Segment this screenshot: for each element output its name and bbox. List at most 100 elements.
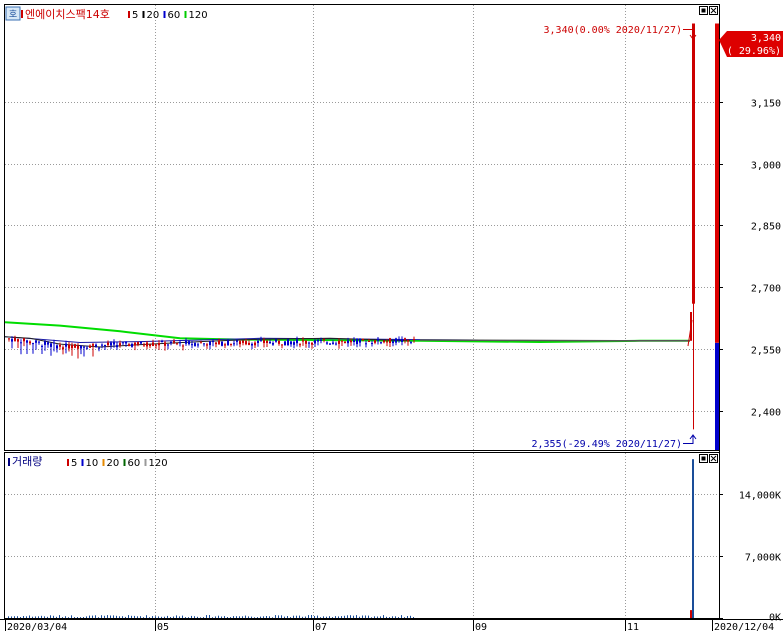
candle-body: [218, 340, 220, 345]
legend-label: 60: [128, 458, 141, 469]
candle-body: [371, 343, 373, 345]
candle-body: [149, 344, 151, 347]
volume-bar: [263, 616, 264, 618]
volume-bar: [20, 617, 21, 618]
volume-bar: [344, 615, 345, 618]
price-tick-label: 2,550: [751, 346, 781, 357]
candle-body: [347, 340, 349, 344]
volume-bar: [197, 616, 198, 618]
candle-body: [197, 344, 199, 346]
volume-bar: [44, 616, 45, 618]
candle-body: [143, 344, 145, 346]
legend-label: 5: [132, 10, 138, 21]
volume-bar: [329, 616, 330, 618]
volume-bar: [305, 616, 306, 618]
volume-bar: [71, 615, 72, 618]
volume-bar: [215, 616, 216, 618]
current-price-change: ( 29.96%): [727, 46, 781, 57]
candle-body: [170, 341, 172, 343]
volume-bar: [14, 616, 15, 618]
date-axis: 2020/03/04 05 07 09 11 2020/12/04: [5, 619, 774, 633]
volume-bar: [320, 617, 321, 618]
volume-bar: [311, 615, 312, 618]
candle-body: [230, 343, 232, 345]
volume-bar: [77, 617, 78, 618]
volume-bar: [98, 617, 99, 618]
candle-body: [185, 341, 187, 344]
candle-body: [308, 342, 310, 344]
volume-bar: [359, 616, 360, 618]
candle-body: [77, 345, 79, 349]
volume-bar: [38, 616, 39, 618]
volume-bar: [143, 617, 144, 618]
candle-body: [80, 346, 82, 349]
volume-bar: [185, 617, 186, 618]
volume-bar: [221, 616, 222, 618]
volume-bar: [257, 617, 258, 618]
volume-bar: [299, 615, 300, 618]
candle-body: [107, 342, 109, 346]
price-tick-label: 3,000: [751, 161, 781, 172]
candle-body: [47, 342, 49, 345]
volume-bar: [116, 615, 117, 618]
price-close-button[interactable]: [709, 6, 718, 15]
volume-bar: [371, 617, 372, 618]
volume-bar: [290, 617, 291, 618]
candle-body: [113, 342, 115, 345]
candle-body: [161, 341, 163, 343]
volume-bar: [317, 615, 318, 618]
candle-body: [392, 341, 394, 344]
volume-bar: [56, 616, 57, 618]
volume-tick-label: 14,000K: [739, 491, 781, 502]
legend-label: 20: [147, 10, 160, 21]
volume-restore-button[interactable]: [699, 454, 708, 463]
candle-body: [389, 338, 391, 343]
candle-body: [179, 342, 181, 344]
volume-bar: [395, 616, 396, 618]
volume-bar: [110, 615, 111, 618]
volume-bar: [401, 615, 402, 618]
candle-body: [20, 342, 22, 344]
volume-bar: [155, 616, 156, 618]
volume-close-button[interactable]: [709, 454, 718, 463]
volume-bar: [326, 616, 327, 618]
volume-bar: [8, 616, 9, 618]
volume-bar: [47, 616, 48, 618]
volume-bar: [74, 617, 75, 618]
legend-label: 120: [149, 458, 168, 469]
volume-bar: [308, 615, 309, 618]
volume-bar: [200, 617, 201, 618]
candle-body: [410, 341, 412, 343]
candle-body: [401, 339, 403, 342]
candle-body: [122, 342, 124, 344]
volume-bar: [41, 615, 42, 618]
candle-body: [317, 340, 319, 342]
candle-body: [395, 338, 397, 343]
candle-body: [200, 342, 202, 344]
volume-bar: [122, 616, 123, 618]
volume-bar: [227, 617, 228, 618]
low-annotation: 2,355(-29.49% 2020/11/27): [531, 439, 682, 450]
volume-bar: [182, 615, 183, 618]
candle-body: [146, 342, 148, 347]
candle-body: [404, 338, 406, 340]
legend-marker: [102, 459, 105, 466]
candle-body: [86, 347, 88, 349]
legend-label: 20: [107, 458, 120, 469]
legend-label: 120: [189, 10, 208, 21]
candle-body: [260, 339, 262, 341]
price-restore-button[interactable]: [699, 6, 708, 15]
candle-body: [365, 343, 367, 345]
volume-title-marker: [8, 458, 10, 466]
volume-bar: [176, 615, 177, 618]
volume-bar: [209, 615, 210, 618]
volume-bar: [206, 615, 207, 618]
volume-bar: [413, 617, 414, 618]
volume-bar: [347, 615, 348, 618]
candle-body: [209, 341, 211, 346]
candle-body: [263, 340, 265, 344]
candle-body: [386, 341, 388, 343]
candle-body: [224, 344, 226, 346]
candle-body: [74, 344, 76, 348]
volume-bar: [251, 616, 252, 618]
